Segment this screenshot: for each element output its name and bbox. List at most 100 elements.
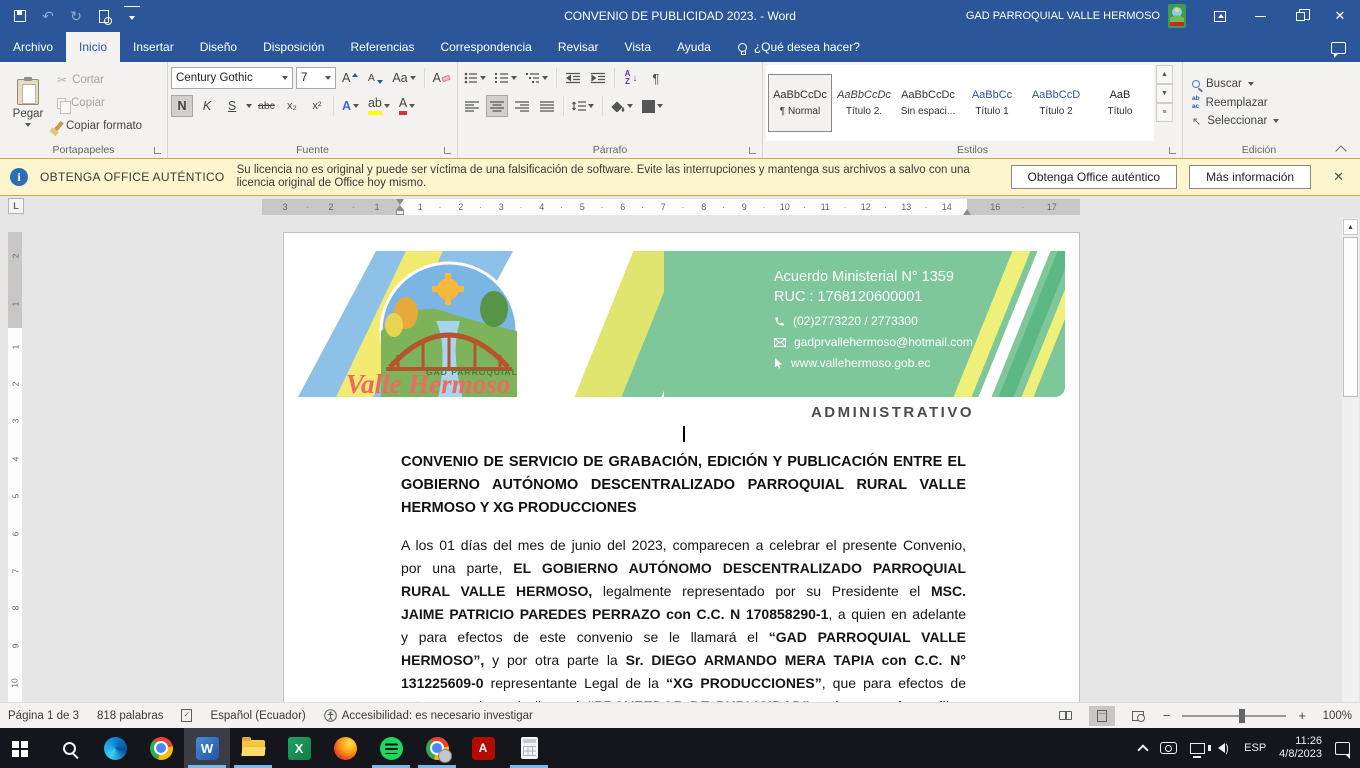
style-card[interactable]: AaB Título (1088, 74, 1152, 132)
justify-button[interactable] (536, 95, 558, 117)
page-indicator[interactable]: Página 1 de 3 (8, 710, 79, 722)
numbering-button[interactable] (492, 67, 520, 89)
paragraph-dialog-launcher-icon[interactable] (749, 147, 756, 154)
taskbar-item[interactable] (506, 728, 552, 768)
redo-icon[interactable]: ↻ (68, 6, 84, 26)
font-name-combo[interactable]: Century Gothic (171, 67, 293, 89)
styles-scroll-down-icon[interactable]: ▼ (1156, 84, 1173, 103)
ribbon-tab[interactable]: Correspondencia (427, 32, 544, 62)
volume-icon[interactable] (1218, 743, 1225, 753)
paste-button[interactable]: Pegar (3, 65, 53, 141)
ribbon-tab[interactable]: Insertar (120, 32, 187, 62)
ribbon-tab[interactable]: Referencias (337, 32, 427, 62)
italic-button[interactable]: K (196, 95, 218, 117)
style-card[interactable]: AaBbCcDc Sin espaci... (896, 74, 960, 132)
highlight-button[interactable]: ab (365, 95, 393, 117)
strikethrough-button[interactable]: abc (255, 95, 278, 117)
bold-button[interactable]: N (171, 95, 193, 117)
copy-button[interactable]: Copiar (57, 93, 142, 113)
action-center-icon[interactable] (1335, 742, 1350, 755)
zoom-out-button[interactable]: − (1161, 708, 1173, 723)
ribbon-tab[interactable]: Revisar (545, 32, 612, 62)
taskbar-item[interactable] (322, 728, 368, 768)
clipboard-dialog-launcher-icon[interactable] (154, 147, 161, 154)
change-case-button[interactable]: Aa (389, 67, 418, 89)
taskbar-item[interactable] (138, 728, 184, 768)
decrease-indent-button[interactable] (562, 67, 584, 89)
align-left-button[interactable] (461, 95, 483, 117)
sort-button[interactable]: AZ↓ (620, 67, 642, 89)
borders-button[interactable] (639, 95, 666, 117)
align-right-button[interactable] (511, 95, 533, 117)
styles-dialog-launcher-icon[interactable] (1169, 147, 1176, 154)
style-card[interactable]: AaBbCcDc ¶ Normal (768, 74, 832, 132)
ribbon-tab[interactable]: Disposición (250, 32, 337, 62)
taskbar-item[interactable] (46, 728, 92, 768)
collapse-ribbon-icon[interactable] (1337, 144, 1346, 153)
save-icon[interactable] (12, 6, 28, 26)
taskbar-item[interactable] (0, 728, 46, 768)
language-switcher[interactable]: ESP (1244, 742, 1266, 754)
proofing-status[interactable] (181, 709, 192, 722)
zoom-level[interactable]: 100% (1318, 710, 1352, 722)
accessibility-status[interactable]: Accesibilidad: es necesario investigar (324, 709, 533, 722)
taskbar-item[interactable] (460, 728, 506, 768)
account-avatar[interactable] (1168, 4, 1186, 28)
replace-button[interactable]: abacReemplazar (1192, 95, 1326, 109)
zoom-slider[interactable] (1182, 715, 1286, 717)
taskbar-item[interactable] (368, 728, 414, 768)
superscript-button[interactable]: x² (306, 95, 328, 117)
shading-button[interactable] (608, 95, 636, 117)
line-spacing-button[interactable] (569, 95, 597, 117)
scrollbar-thumb[interactable] (1343, 237, 1358, 397)
increase-indent-button[interactable] (587, 67, 609, 89)
select-button[interactable]: ↖Seleccionar (1192, 115, 1326, 128)
ribbon-tab[interactable]: Ayuda (664, 32, 724, 62)
font-dialog-launcher-icon[interactable] (444, 147, 451, 154)
zoom-in-button[interactable]: + (1296, 708, 1308, 723)
document-title-paragraph[interactable]: CONVENIO DE SERVICIO DE GRABACIÓN, EDICI… (401, 451, 966, 520)
multilevel-list-button[interactable] (523, 67, 551, 89)
ribbon-display-options-button[interactable] (1200, 0, 1240, 32)
more-info-button[interactable]: Más información (1189, 165, 1311, 189)
close-banner-icon[interactable]: ✕ (1327, 169, 1350, 185)
ribbon-tab[interactable]: Vista (612, 32, 664, 62)
zoom-slider-thumb[interactable] (1239, 709, 1245, 723)
taskbar-item[interactable] (276, 728, 322, 768)
tray-overflow-icon[interactable] (1137, 744, 1148, 755)
tab-selector[interactable]: L (8, 198, 24, 214)
cut-button[interactable]: ✂Cortar (57, 70, 142, 90)
document-body-paragraph[interactable]: A los 01 días del mes de junio del 2023,… (401, 534, 966, 702)
clear-formatting-button[interactable]: A (430, 67, 453, 89)
align-center-button[interactable] (486, 95, 508, 117)
find-button[interactable]: Buscar (1192, 78, 1326, 90)
customize-qat-icon[interactable] (124, 6, 140, 26)
undo-icon[interactable]: ↶ (40, 6, 56, 26)
taskbar-item[interactable] (230, 728, 276, 768)
ribbon-tab[interactable]: Archivo (0, 32, 66, 62)
style-card[interactable]: AaBbCcDc Título 2. (832, 74, 896, 132)
bullets-button[interactable] (461, 67, 489, 89)
taskbar-item[interactable] (184, 728, 230, 768)
web-layout-button[interactable] (1125, 706, 1151, 726)
shrink-font-button[interactable]: A (364, 67, 386, 89)
underline-button[interactable]: S (221, 95, 243, 117)
account-name[interactable]: GAD PARROQUIAL VALLE HERMOSO (966, 10, 1160, 22)
meet-now-icon[interactable] (1160, 742, 1177, 754)
styles-scroll-up-icon[interactable]: ▲ (1156, 65, 1173, 84)
print-preview-icon[interactable] (96, 6, 112, 26)
feedback-icon[interactable] (1331, 42, 1346, 54)
font-color-button[interactable]: A (396, 95, 418, 117)
minimize-button[interactable] (1240, 0, 1280, 32)
restore-button[interactable] (1280, 0, 1320, 32)
chevron-down-icon[interactable] (246, 104, 252, 108)
grow-font-button[interactable]: A (339, 67, 361, 89)
ribbon-tab[interactable]: Diseño (187, 32, 250, 62)
font-size-combo[interactable]: 7 (296, 67, 336, 89)
scroll-up-icon[interactable]: ▲ (1343, 219, 1358, 235)
style-card[interactable]: AaBbCcD Título 2 (1024, 74, 1088, 132)
taskbar-item[interactable] (414, 728, 460, 768)
subscript-button[interactable]: x₂ (281, 95, 303, 117)
text-effects-button[interactable]: A (339, 95, 362, 117)
print-layout-button[interactable] (1089, 706, 1115, 726)
